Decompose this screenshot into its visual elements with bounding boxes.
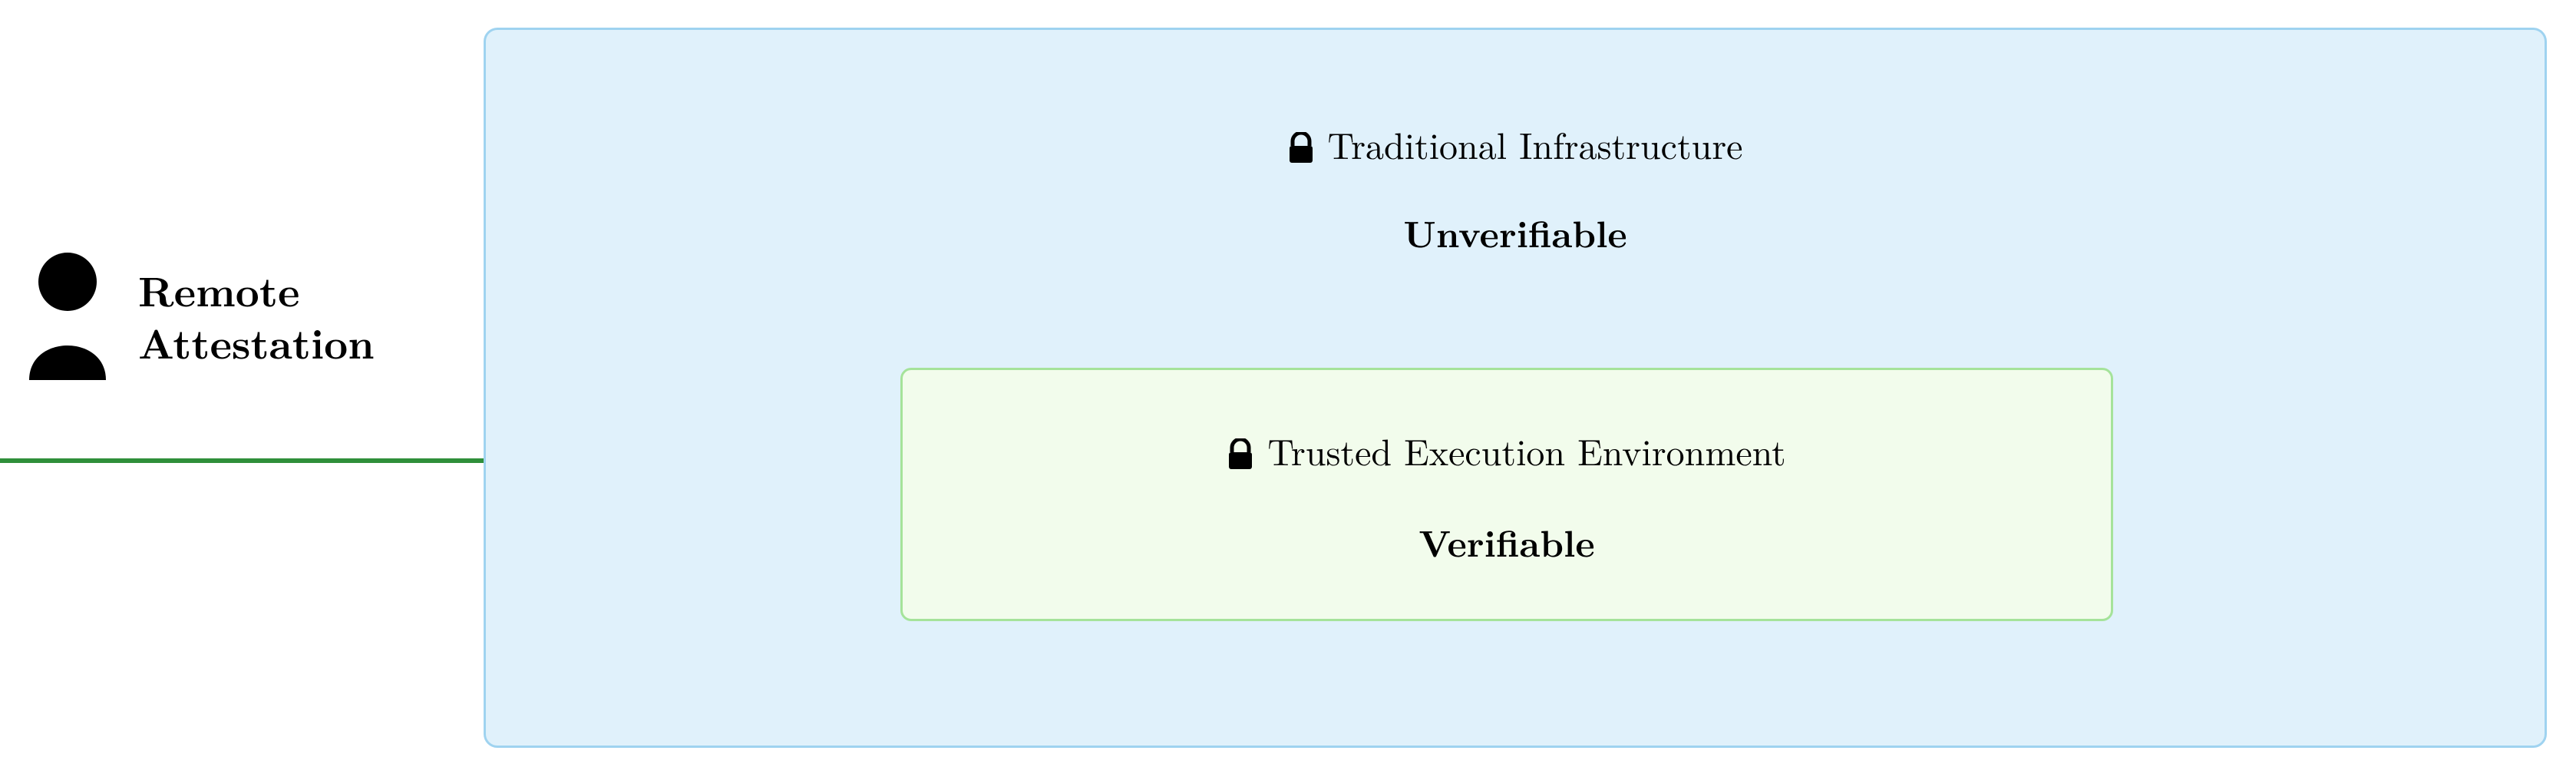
inner-title-text: Trusted Execution Environment bbox=[1267, 424, 1785, 476]
tee-box: Trusted Execution Environment Verifiable bbox=[900, 368, 2113, 621]
user-label: Remote Attestation bbox=[138, 263, 375, 367]
outer-title-row: Traditional Infrastructure bbox=[486, 117, 2545, 170]
inner-status: Verifiable bbox=[903, 516, 2111, 568]
user-label-line2: Attestation bbox=[138, 312, 375, 371]
lock-icon bbox=[1227, 438, 1253, 471]
user-label-line1: Remote bbox=[138, 260, 299, 319]
traditional-infrastructure-box: Traditional Infrastructure Unverifiable … bbox=[484, 28, 2547, 748]
lock-icon bbox=[1288, 132, 1314, 164]
outer-status: Unverifiable bbox=[486, 207, 2545, 259]
inner-title-row: Trusted Execution Environment bbox=[903, 424, 2111, 476]
user-icon bbox=[21, 250, 114, 384]
outer-title-text: Traditional Infrastructure bbox=[1328, 117, 1743, 170]
